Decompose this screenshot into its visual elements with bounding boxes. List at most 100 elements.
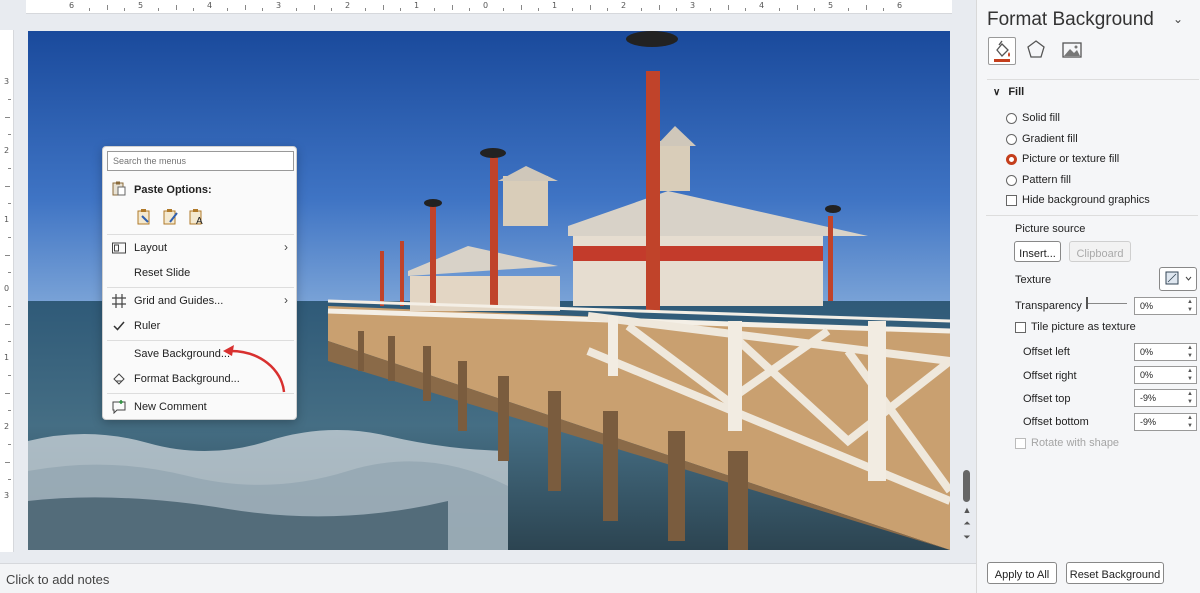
offset-right-label: Offset right xyxy=(1023,370,1077,382)
next-slide-icon[interactable]: ⏷ xyxy=(962,532,972,542)
notes-placeholder[interactable]: Click to add notes xyxy=(0,563,976,593)
ruler-tick xyxy=(606,8,608,11)
vertical-ruler: 3 2 1 0 1 2 3 xyxy=(0,30,14,552)
ruler-label: 0 xyxy=(483,1,489,10)
menu-item-label: Save Background... xyxy=(134,348,231,360)
picture-paste-icon[interactable] xyxy=(162,208,180,226)
menu-separator xyxy=(107,287,294,288)
tab-picture[interactable] xyxy=(1059,37,1087,65)
offset-left-spinner[interactable]: 0% ▲ ▼ xyxy=(1134,343,1197,361)
checkbox[interactable] xyxy=(1006,195,1017,206)
tab-fill[interactable] xyxy=(988,37,1016,65)
fill-section-header[interactable]: ∨ Fill xyxy=(993,86,1024,98)
scrollbar-thumb[interactable] xyxy=(963,470,970,502)
ruler-tick xyxy=(434,8,436,11)
spinner-arrows-icon[interactable]: ▲ ▼ xyxy=(1187,390,1193,406)
ruler-label: 4 xyxy=(207,1,213,10)
text-only-paste-icon[interactable]: A xyxy=(188,208,206,226)
offset-top-spinner[interactable]: -9% ▲ ▼ xyxy=(1134,389,1197,407)
layout-icon xyxy=(112,242,126,254)
section-divider xyxy=(986,215,1198,216)
ruler-label: 1 xyxy=(4,215,10,224)
radio-button[interactable] xyxy=(1006,175,1017,186)
picture-source-label: Picture source xyxy=(1015,223,1086,235)
spinner-arrows-icon[interactable]: ▲ ▼ xyxy=(1187,367,1193,383)
tab-effects[interactable] xyxy=(1023,37,1051,65)
ruler-tick xyxy=(8,375,11,377)
ruler-tick xyxy=(8,133,11,135)
ruler-tick xyxy=(710,8,712,11)
radio-label: Gradient fill xyxy=(1022,133,1078,145)
ruler-label: 3 xyxy=(4,491,10,500)
transparency-label: Transparency xyxy=(1015,300,1082,312)
menu-item-reset-slide[interactable]: Reset Slide xyxy=(103,261,296,285)
menu-item-layout[interactable]: Layout › xyxy=(103,236,296,260)
ruler-tick xyxy=(8,409,11,411)
menu-item-label: Ruler xyxy=(134,320,161,332)
ruler-tick xyxy=(589,5,591,10)
fill-bucket-icon xyxy=(994,40,1010,62)
ruler-tick xyxy=(244,5,246,10)
ruler-tick xyxy=(382,5,384,10)
radio-button[interactable] xyxy=(1006,134,1017,145)
pane-title: Format Background xyxy=(987,9,1154,30)
vertical-scrollbar[interactable]: ▲ ⏶ ⏷ xyxy=(960,0,974,552)
spinner-value: 0% xyxy=(1140,301,1154,311)
ruler-tick xyxy=(8,237,11,239)
ruler-label: 1 xyxy=(4,353,10,362)
offset-top-label: Offset top xyxy=(1023,393,1071,405)
ruler-label: 2 xyxy=(4,146,10,155)
ruler-tick xyxy=(5,323,10,325)
ruler-label: 4 xyxy=(759,1,765,10)
ruler-tick xyxy=(865,5,867,10)
ruler-tick xyxy=(8,306,11,308)
paste-options-header: Paste Options: xyxy=(112,181,212,199)
ruler-tick xyxy=(882,8,884,11)
ruler-tick xyxy=(296,8,298,11)
radio-button-selected[interactable] xyxy=(1006,154,1017,165)
ruler-tick xyxy=(330,8,332,11)
spinner-arrows-icon[interactable]: ▲ ▼ xyxy=(1187,414,1193,430)
ruler-label: 2 xyxy=(621,1,627,10)
spinner-value: -9% xyxy=(1140,417,1157,427)
spinner-value: 0% xyxy=(1140,347,1154,357)
apply-to-all-button[interactable]: Apply to All xyxy=(987,562,1057,584)
ruler-tick xyxy=(675,8,677,11)
scroll-up-arrow[interactable]: ▲ xyxy=(962,505,972,515)
ruler-tick xyxy=(89,8,91,11)
transparency-slider-track[interactable] xyxy=(1087,303,1127,304)
checkbox-label: Tile picture as texture xyxy=(1031,321,1136,333)
ruler-tick xyxy=(5,392,10,394)
checkbox[interactable] xyxy=(1015,438,1026,449)
keep-formatting-icon[interactable] xyxy=(136,208,154,226)
menu-item-grid-guides[interactable]: Grid and Guides... › xyxy=(103,289,296,313)
chevron-right-icon: › xyxy=(284,240,288,254)
clipboard-button[interactable]: Clipboard xyxy=(1069,241,1131,262)
offset-bottom-spinner[interactable]: -9% ▲ ▼ xyxy=(1134,413,1197,431)
prev-slide-icon[interactable]: ⏶ xyxy=(962,518,972,528)
ruler-tick xyxy=(5,185,10,187)
spinner-arrows-icon[interactable]: ▲ ▼ xyxy=(1187,298,1193,314)
menu-search-input[interactable] xyxy=(107,151,294,171)
insert-button[interactable]: Insert... xyxy=(1014,241,1061,262)
checkbox[interactable] xyxy=(1015,322,1026,333)
offset-right-spinner[interactable]: 0% ▲ ▼ xyxy=(1134,366,1197,384)
menu-item-ruler[interactable]: Ruler xyxy=(103,314,296,338)
checkbox-label: Rotate with shape xyxy=(1031,437,1120,449)
ruler-tick xyxy=(468,8,470,11)
radio-button[interactable] xyxy=(1006,113,1017,124)
spinner-arrows-icon[interactable]: ▲ ▼ xyxy=(1187,344,1193,360)
chevron-right-icon: › xyxy=(284,293,288,307)
offset-bottom-label: Offset bottom xyxy=(1023,416,1089,428)
reset-background-button[interactable]: Reset Background xyxy=(1066,562,1164,584)
ruler-label: 2 xyxy=(345,1,351,10)
ruler-label: 5 xyxy=(138,1,144,10)
transparency-spinner[interactable]: 0% ▲ ▼ xyxy=(1134,297,1197,315)
ruler-tick xyxy=(5,254,10,256)
chevron-down-icon[interactable]: ⌄ xyxy=(1173,12,1183,26)
transparency-slider-thumb[interactable] xyxy=(1086,297,1088,309)
ruler-tick xyxy=(451,5,453,10)
ruler-tick xyxy=(261,8,263,11)
ruler-tick xyxy=(744,8,746,11)
texture-dropdown[interactable] xyxy=(1159,267,1197,291)
